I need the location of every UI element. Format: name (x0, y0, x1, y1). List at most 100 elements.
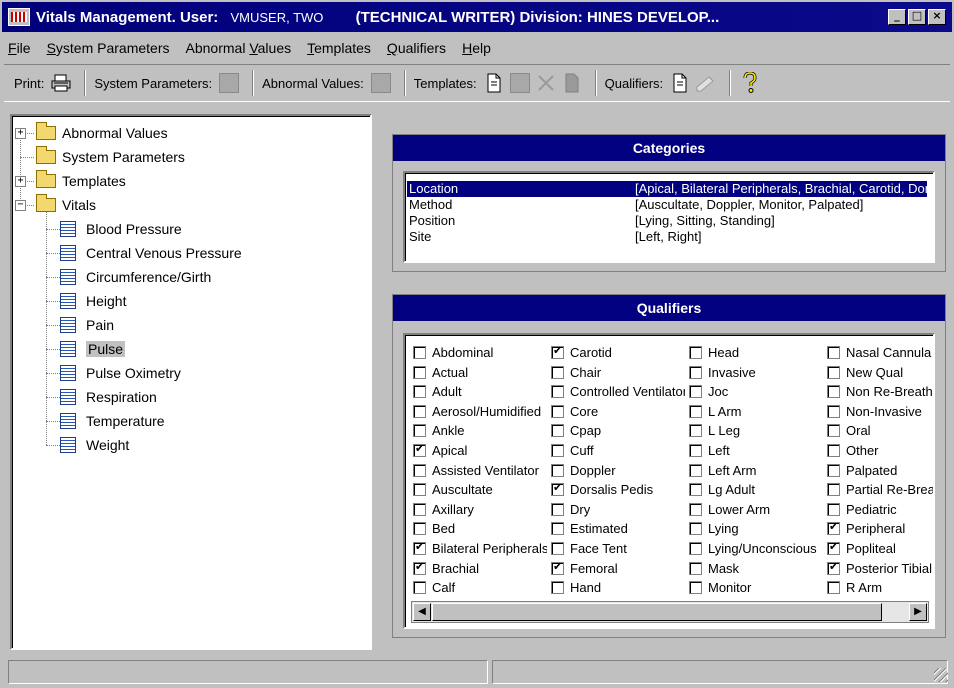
tree-node-height[interactable]: Height (60, 290, 126, 312)
qualifier-item[interactable]: Adult (413, 382, 547, 401)
qualifier-checkbox[interactable] (551, 542, 564, 555)
qualifier-item[interactable]: Ankle (413, 421, 547, 440)
qualifier-checkbox[interactable] (689, 444, 702, 457)
qualifier-checkbox[interactable] (827, 404, 840, 418)
tree-node-weight[interactable]: Weight (60, 434, 129, 456)
qualifier-checkbox[interactable] (689, 483, 702, 497)
qualifier-item[interactable]: Invasive (689, 363, 823, 382)
qualifier-item[interactable]: Nasal Cannula (827, 343, 933, 362)
qualifier-item[interactable]: Mask (689, 559, 823, 578)
qualifier-checkbox[interactable] (413, 404, 426, 418)
menu-item-2[interactable]: Abnormal Values (186, 40, 292, 56)
new-template-icon[interactable] (483, 72, 505, 94)
category-row[interactable]: Location [Apical, Bilateral Peripherals, … (407, 181, 933, 197)
tree-node-circumference-girth[interactable]: Circumference/Girth (60, 266, 211, 288)
qualifier-item[interactable]: Lg Adult (689, 480, 823, 499)
qualifier-item[interactable]: Dorsalis Pedis (551, 480, 685, 499)
category-row[interactable]: Method [Auscultate, Doppler, Monitor, Pal… (407, 197, 927, 213)
qualifiers-list[interactable]: Abdominal Actual Adult Aerosol/Humidified An… (403, 333, 935, 629)
qualifier-item[interactable]: Actual (413, 363, 547, 382)
qualifier-checkbox[interactable] (689, 365, 702, 379)
qualifier-item[interactable]: Lying (689, 519, 823, 538)
qualifier-checkbox[interactable] (413, 581, 426, 595)
save-template-button[interactable] (509, 72, 531, 94)
tree-node-system-parameters[interactable]: System Parameters (36, 146, 185, 168)
help-question-icon[interactable] (739, 72, 761, 94)
qualifier-checkbox[interactable] (827, 483, 840, 497)
printer-icon[interactable] (50, 72, 72, 94)
qualifier-checkbox[interactable] (551, 463, 564, 477)
menu-item-5[interactable]: Help (462, 40, 491, 56)
qualifier-checkbox[interactable] (413, 502, 426, 516)
qualifier-item[interactable]: Left (689, 441, 823, 460)
scroll-left-icon[interactable]: ◀ (413, 603, 431, 621)
qualifier-item[interactable]: Monitor (689, 578, 823, 597)
qualifier-item[interactable]: Aerosol/Humidified (413, 402, 547, 421)
qualifier-item[interactable]: L Arm (689, 402, 823, 421)
qualifier-checkbox[interactable] (413, 346, 426, 359)
system-parameters-button[interactable] (218, 72, 240, 94)
tree-node-respiration[interactable]: Respiration (60, 386, 157, 408)
expander-icon[interactable]: + (15, 176, 26, 187)
title-bar[interactable]: Vitals Management. User: VMUSER, TWO (TE… (2, 2, 952, 32)
qualifier-checkbox[interactable] (551, 522, 564, 536)
category-row[interactable]: Site [Left, Right] (407, 229, 927, 245)
qualifier-checkbox[interactable] (551, 424, 564, 438)
qualifier-checkbox[interactable] (689, 542, 702, 555)
qualifier-checkbox[interactable] (689, 385, 702, 399)
qualifier-checkbox[interactable] (413, 560, 426, 575)
qualifier-item[interactable]: New Qual (827, 363, 933, 382)
qualifier-item[interactable]: Oral (827, 421, 933, 440)
qualifier-item[interactable]: Assisted Ventilator (413, 461, 547, 480)
template-properties-icon[interactable] (561, 72, 583, 94)
qualifier-item[interactable]: Brachial (413, 559, 547, 578)
qualifier-item[interactable]: Auscultate (413, 480, 547, 499)
menu-item-0[interactable]: File (8, 40, 31, 56)
qualifier-item[interactable]: Pediatric (827, 500, 933, 519)
qualifier-item[interactable]: Hand (551, 578, 685, 597)
qualifier-item[interactable]: Chair (551, 363, 685, 382)
expander-icon[interactable]: + (15, 128, 26, 139)
qualifier-checkbox[interactable] (413, 522, 426, 536)
qualifier-item[interactable]: Posterior Tibial (827, 559, 933, 578)
qualifier-item[interactable]: Other (827, 441, 933, 460)
qualifier-item[interactable]: Core (551, 402, 685, 421)
qualifier-checkbox[interactable] (413, 424, 426, 438)
qualifier-checkbox[interactable] (689, 581, 702, 595)
qualifier-checkbox[interactable] (413, 540, 426, 555)
qualifier-checkbox[interactable] (827, 444, 840, 457)
menu-item-3[interactable]: Templates (307, 40, 371, 56)
qualifier-checkbox[interactable] (551, 502, 564, 516)
qualifier-item[interactable]: Left Arm (689, 461, 823, 480)
qualifier-checkbox[interactable] (827, 520, 840, 536)
tree-node-temperature[interactable]: Temperature (60, 410, 165, 432)
qualifier-checkbox[interactable] (551, 365, 564, 379)
qualifier-item[interactable]: Cuff (551, 441, 685, 460)
qualifier-checkbox[interactable] (827, 346, 840, 359)
new-qualifier-icon[interactable] (669, 72, 691, 94)
qualifier-checkbox[interactable] (827, 540, 840, 555)
close-button[interactable]: × (928, 9, 946, 25)
qualifier-item[interactable]: Apical (413, 441, 547, 460)
qualifier-checkbox[interactable] (413, 385, 426, 399)
qualifier-checkbox[interactable] (689, 463, 702, 477)
horizontal-scrollbar[interactable]: ◀ ▶ (411, 601, 929, 623)
qualifier-checkbox[interactable] (689, 346, 702, 359)
tree-node-abnormal-values[interactable]: Abnormal Values (36, 122, 168, 144)
abnormal-values-button[interactable] (370, 72, 392, 94)
category-row[interactable]: Position [Lying, Sitting, Standing] (407, 213, 927, 229)
tree-node-templates[interactable]: Templates (36, 170, 126, 192)
qualifier-item[interactable]: Dry (551, 500, 685, 519)
qualifier-checkbox[interactable] (827, 560, 840, 575)
qualifier-item[interactable]: Partial Re-Breathing (827, 480, 933, 499)
qualifier-checkbox[interactable] (551, 444, 564, 457)
edit-qualifier-icon[interactable] (695, 72, 717, 94)
tree-node-vitals[interactable]: Vitals (36, 194, 96, 216)
qualifier-item[interactable]: Peripheral (827, 519, 933, 538)
qualifier-checkbox[interactable] (827, 365, 840, 379)
qualifier-checkbox[interactable] (551, 344, 564, 359)
qualifier-checkbox[interactable] (689, 404, 702, 418)
qualifier-item[interactable]: Calf (413, 578, 547, 597)
expander-icon[interactable]: − (15, 200, 26, 211)
qualifier-checkbox[interactable] (551, 560, 564, 575)
